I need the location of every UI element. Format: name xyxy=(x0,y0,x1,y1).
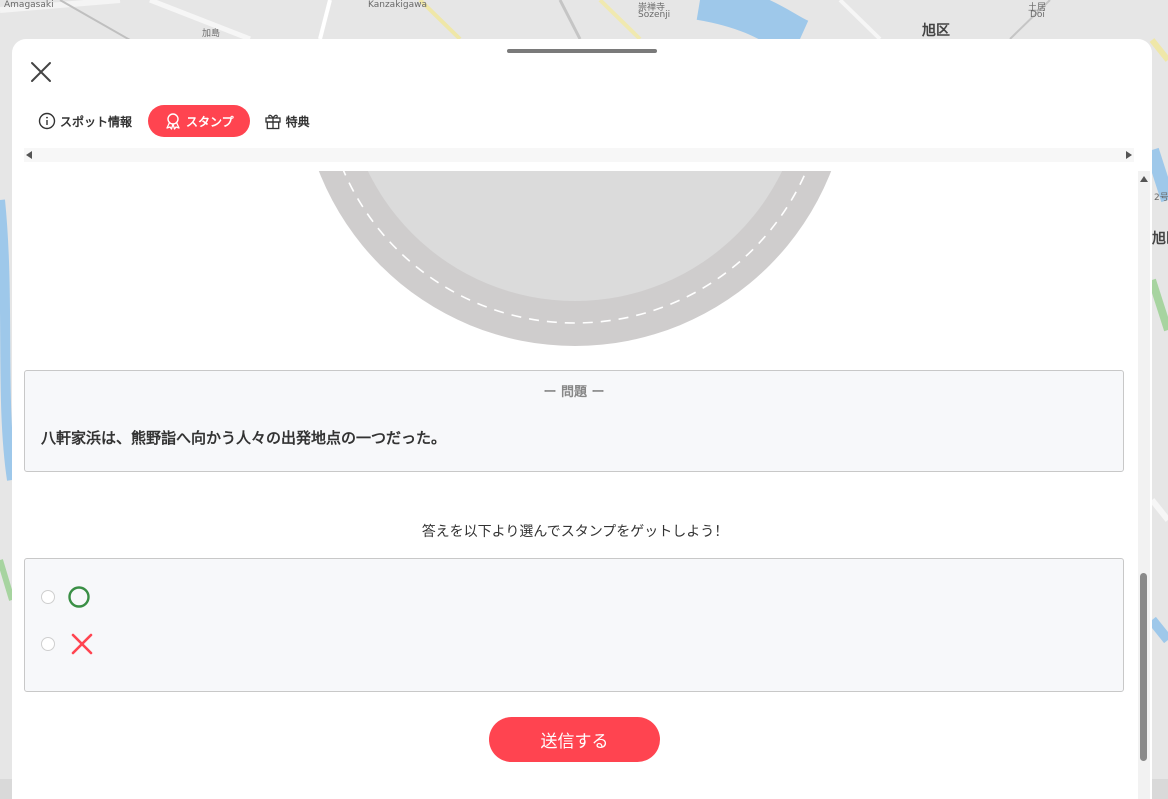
question-text: 八軒家浜は、熊野詣へ向かう人々の出発地点の一つだった。 xyxy=(41,429,447,447)
map-label: Doi xyxy=(1030,10,1045,20)
tab-label: 特典 xyxy=(285,114,310,129)
map-label: 旭区 xyxy=(1152,231,1168,247)
close-button[interactable] xyxy=(29,60,53,84)
gift-icon xyxy=(264,112,282,130)
map-label: Amagasaki xyxy=(4,0,54,10)
tab-label: スポット情報 xyxy=(60,114,133,129)
cross-mark-icon xyxy=(71,633,93,655)
vertical-scrollbar[interactable] xyxy=(1138,171,1150,799)
answer-options xyxy=(24,558,1124,692)
spot-detail-sheet: スポット情報 スタンプ 特典 ー 問題 ー 八軒家浜は、熊野詣へ向かう人々の出発… xyxy=(12,39,1152,799)
horizontal-scrollbar[interactable] xyxy=(24,148,1134,162)
map-label: Sozenji xyxy=(638,10,671,20)
map-label: 旭区 xyxy=(922,23,950,39)
option-false[interactable] xyxy=(41,633,93,655)
submit-button[interactable]: 送信する xyxy=(489,717,660,762)
scroll-right-arrow[interactable] xyxy=(1126,151,1132,159)
info-icon xyxy=(38,112,56,130)
radio-false[interactable] xyxy=(41,637,55,651)
stamp-ribbon-icon xyxy=(164,112,182,130)
tab-label: スタンプ xyxy=(186,114,234,129)
drag-handle[interactable] xyxy=(507,49,657,53)
question-heading: ー 問題 ー xyxy=(543,385,605,400)
scrollbar-thumb[interactable] xyxy=(1140,573,1147,761)
radio-true[interactable] xyxy=(41,590,55,604)
map-label: 加島 xyxy=(202,29,221,39)
stamp-image xyxy=(292,171,858,351)
option-true[interactable] xyxy=(41,585,91,609)
tab-benefits[interactable]: 特典 xyxy=(260,105,314,137)
tab-stamp[interactable]: スタンプ xyxy=(148,105,250,137)
tab-spot-info[interactable]: スポット情報 xyxy=(34,105,136,137)
scroll-left-arrow[interactable] xyxy=(26,151,32,159)
question-box: ー 問題 ー 八軒家浜は、熊野詣へ向かう人々の出発地点の一つだった。 xyxy=(24,370,1124,472)
map-label: Kanzakigawa xyxy=(368,0,428,10)
circle-mark-icon xyxy=(67,585,91,609)
answer-instruction: 答えを以下より選んでスタンプをゲットしよう！ xyxy=(421,524,729,540)
close-icon xyxy=(31,62,51,82)
scroll-up-arrow[interactable] xyxy=(1140,176,1148,182)
tab-bar: スポット情報 スタンプ 特典 xyxy=(34,105,314,137)
map-label: 2号 xyxy=(1154,193,1168,203)
